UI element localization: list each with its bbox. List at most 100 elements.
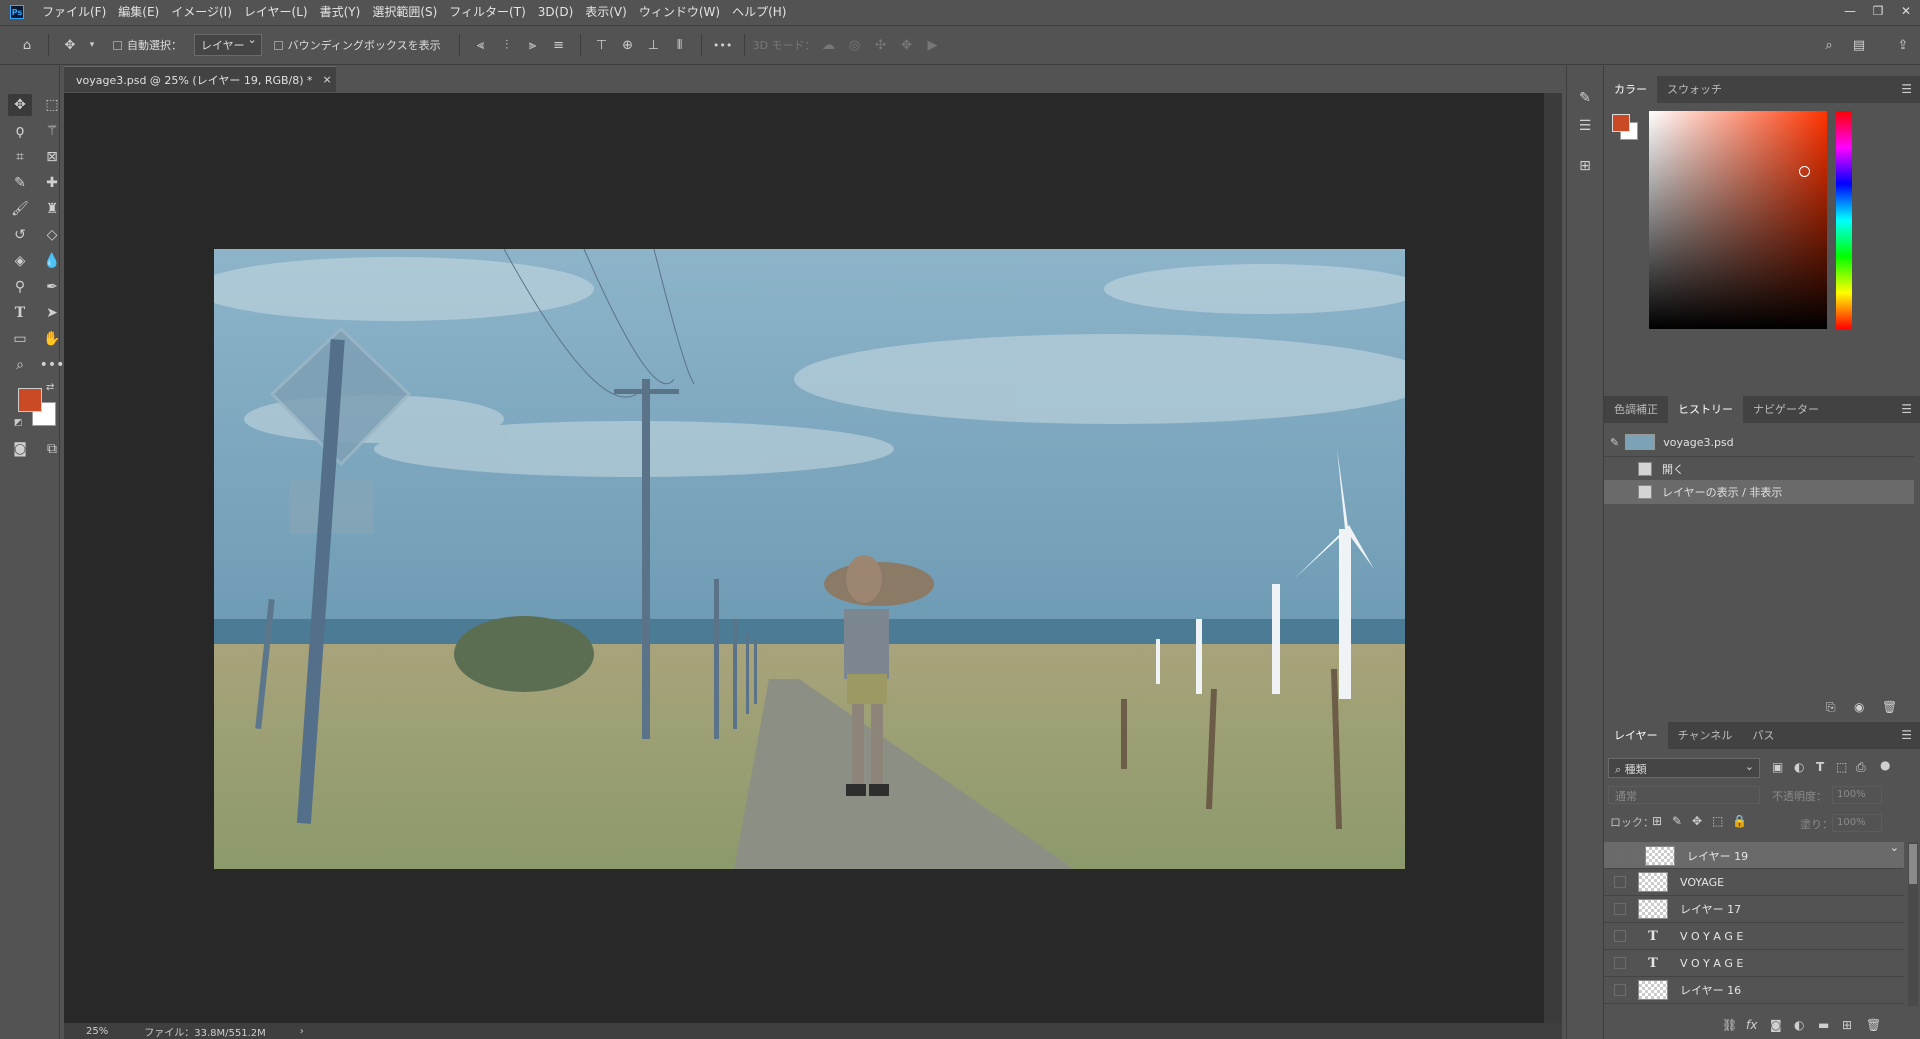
tab-history[interactable]: ヒストリー — [1668, 396, 1743, 423]
brush-settings-icon[interactable]: ✎ — [1573, 86, 1597, 110]
swap-colors-icon[interactable]: ⇄ — [46, 382, 54, 393]
crop-tool-icon[interactable]: ⌗ — [8, 146, 32, 168]
home-icon[interactable]: ⌂ — [18, 36, 36, 54]
blend-mode-dropdown[interactable]: 通常 — [1608, 786, 1760, 804]
layers-scrollbar[interactable] — [1908, 842, 1918, 1006]
tab-swatches[interactable]: スウォッチ — [1657, 76, 1732, 103]
tab-paths[interactable]: パス — [1742, 722, 1784, 749]
layers-scrollbar-thumb[interactable] — [1909, 844, 1917, 884]
zoom-level[interactable]: 25% — [86, 1026, 108, 1037]
close-button[interactable]: ✕ — [1892, 0, 1920, 24]
healing-brush-tool-icon[interactable]: ✚ — [40, 172, 64, 194]
new-document-from-state-icon[interactable]: ⎘ — [1826, 700, 1836, 715]
layer-name[interactable]: VOYAGE — [1680, 876, 1724, 889]
color-picker-field[interactable] — [1649, 111, 1827, 329]
visibility-toggle[interactable] — [1614, 984, 1626, 996]
eraser-tool-icon[interactable]: ◇ — [40, 224, 64, 246]
history-brush-tool-icon[interactable]: ↺ — [8, 224, 32, 246]
color-panel-foreground-swatch[interactable] — [1612, 114, 1630, 132]
filter-pixel-icon[interactable]: ▣ — [1772, 760, 1783, 774]
tab-channels[interactable]: チャンネル — [1668, 722, 1743, 749]
paint-bucket-tool-icon[interactable]: ◈ — [8, 250, 32, 272]
visibility-toggle[interactable] — [1614, 930, 1626, 942]
frame-tool-icon[interactable]: ⊠ — [40, 146, 64, 168]
foreground-color-swatch[interactable] — [18, 388, 42, 412]
trash-icon[interactable]: 🗑 — [1866, 1018, 1881, 1032]
filter-toggle-icon[interactable]: ● — [1880, 758, 1890, 772]
align-center-h-icon[interactable]: ⫶ — [498, 36, 516, 54]
new-layer-icon[interactable]: ⊞ — [1842, 1018, 1852, 1032]
fill-input[interactable]: 100% — [1832, 814, 1882, 832]
blur-tool-icon[interactable]: 💧 — [40, 250, 64, 272]
workspace-icon[interactable]: ▤ — [1850, 36, 1868, 54]
menu-help[interactable]: ヘルプ(H) — [726, 0, 792, 24]
layer-row[interactable]: T V O Y A G E — [1604, 950, 1904, 977]
panel-menu-icon[interactable]: ☰ — [1901, 728, 1912, 742]
align-top-icon[interactable]: ⊤ — [593, 36, 611, 54]
brush-tool-icon[interactable]: 🖌 — [8, 198, 32, 220]
history-state[interactable]: 開く — [1604, 456, 1914, 480]
layer-row[interactable]: レイヤー 19 — [1604, 842, 1904, 869]
add-mask-icon[interactable]: ◙ — [1770, 1018, 1782, 1032]
lock-transparent-icon[interactable]: ⊞ — [1652, 814, 1662, 828]
stamp-tool-icon[interactable]: ♜ — [40, 198, 64, 220]
menu-edit[interactable]: 編集(E) — [112, 0, 165, 24]
move-tool-icon[interactable]: ✥ — [61, 36, 79, 54]
distribute-h-icon[interactable]: ⦀ — [671, 36, 689, 54]
panel-menu-icon[interactable]: ☰ — [1901, 82, 1912, 96]
screen-mode-icon[interactable]: ⧉ — [40, 438, 64, 460]
menu-type[interactable]: 書式(Y) — [314, 0, 367, 24]
minimize-button[interactable]: — — [1836, 0, 1864, 24]
distribute-v-icon[interactable]: ≡ — [550, 36, 568, 54]
bounding-box-option[interactable]: バウンディングボックスを表示 — [273, 37, 441, 53]
align-left-icon[interactable]: ⫷ — [472, 36, 490, 54]
lock-artboard-icon[interactable]: ⬚ — [1712, 814, 1723, 828]
fx-icon[interactable]: fx — [1746, 1018, 1757, 1032]
menu-select[interactable]: 選択範囲(S) — [366, 0, 443, 24]
document-tab[interactable]: voyage3.psd @ 25% (レイヤー 19, RGB/8) * × — [64, 66, 336, 92]
lock-position-icon[interactable]: ✥ — [1692, 814, 1702, 828]
visibility-toggle[interactable] — [1614, 903, 1626, 915]
search-icon[interactable]: ⌕ — [1820, 36, 1838, 54]
auto-select-checkbox[interactable] — [113, 40, 122, 50]
move-tool-icon[interactable]: ✥ — [8, 94, 32, 116]
dodge-tool-icon[interactable]: ⚲ — [8, 276, 32, 298]
auto-select-target-dropdown[interactable]: レイヤー — [194, 33, 262, 56]
layer-row[interactable]: レイヤー 17 — [1604, 896, 1904, 923]
eyedropper-tool-icon[interactable]: ✎ — [8, 172, 32, 194]
auto-select-option[interactable]: 自動選択： — [113, 37, 182, 53]
filter-type-icon[interactable]: T — [1816, 760, 1824, 774]
close-tab-icon[interactable]: × — [323, 73, 332, 86]
more-options-button[interactable]: ••• — [713, 36, 732, 54]
panel-menu-icon[interactable]: ☰ — [1901, 402, 1912, 416]
restore-button[interactable]: ❐ — [1864, 0, 1892, 24]
lock-pixels-icon[interactable]: ✎ — [1672, 814, 1682, 828]
layer-row[interactable]: レイヤー 16 — [1604, 977, 1904, 1004]
adjustment-layer-icon[interactable]: ◐ — [1794, 1018, 1804, 1032]
trash-icon[interactable]: 🗑 — [1882, 700, 1897, 714]
layer-name[interactable]: V O Y A G E — [1680, 957, 1743, 970]
zoom-tool-icon[interactable]: ⌕ — [8, 354, 32, 376]
canvas-artwork[interactable] — [214, 249, 1405, 869]
align-bottom-icon[interactable]: ⊥ — [645, 36, 663, 54]
filter-smart-object-icon[interactable]: ⎙ — [1856, 760, 1866, 775]
tab-layers[interactable]: レイヤー — [1604, 722, 1668, 749]
bounding-box-checkbox[interactable] — [273, 40, 283, 50]
edit-toolbar-icon[interactable]: ••• — [40, 354, 65, 376]
properties-icon[interactable]: ⊞ — [1573, 154, 1597, 178]
share-icon[interactable]: ⇪ — [1894, 36, 1912, 54]
camera-icon[interactable]: ◉ — [1854, 700, 1864, 714]
layer-name[interactable]: レイヤー 16 — [1680, 982, 1741, 998]
history-snapshot[interactable]: ✎ voyage3.psd — [1604, 430, 1914, 454]
filter-adjustment-icon[interactable]: ◐ — [1794, 760, 1804, 774]
menu-file[interactable]: ファイル(F) — [36, 0, 112, 24]
tab-navigator[interactable]: ナビゲーター — [1743, 396, 1829, 423]
layer-name[interactable]: V O Y A G E — [1680, 930, 1743, 943]
visibility-toggle[interactable] — [1614, 876, 1626, 888]
menu-filter[interactable]: フィルター(T) — [443, 0, 531, 24]
menu-layer[interactable]: レイヤー(L) — [238, 0, 314, 24]
canvas-vertical-scrollbar[interactable] — [1544, 93, 1562, 1023]
magic-wand-tool-icon[interactable]: ⚚ — [40, 120, 64, 142]
rectangle-tool-icon[interactable]: ▭ — [8, 328, 32, 350]
color-picker-cursor[interactable] — [1799, 166, 1810, 177]
